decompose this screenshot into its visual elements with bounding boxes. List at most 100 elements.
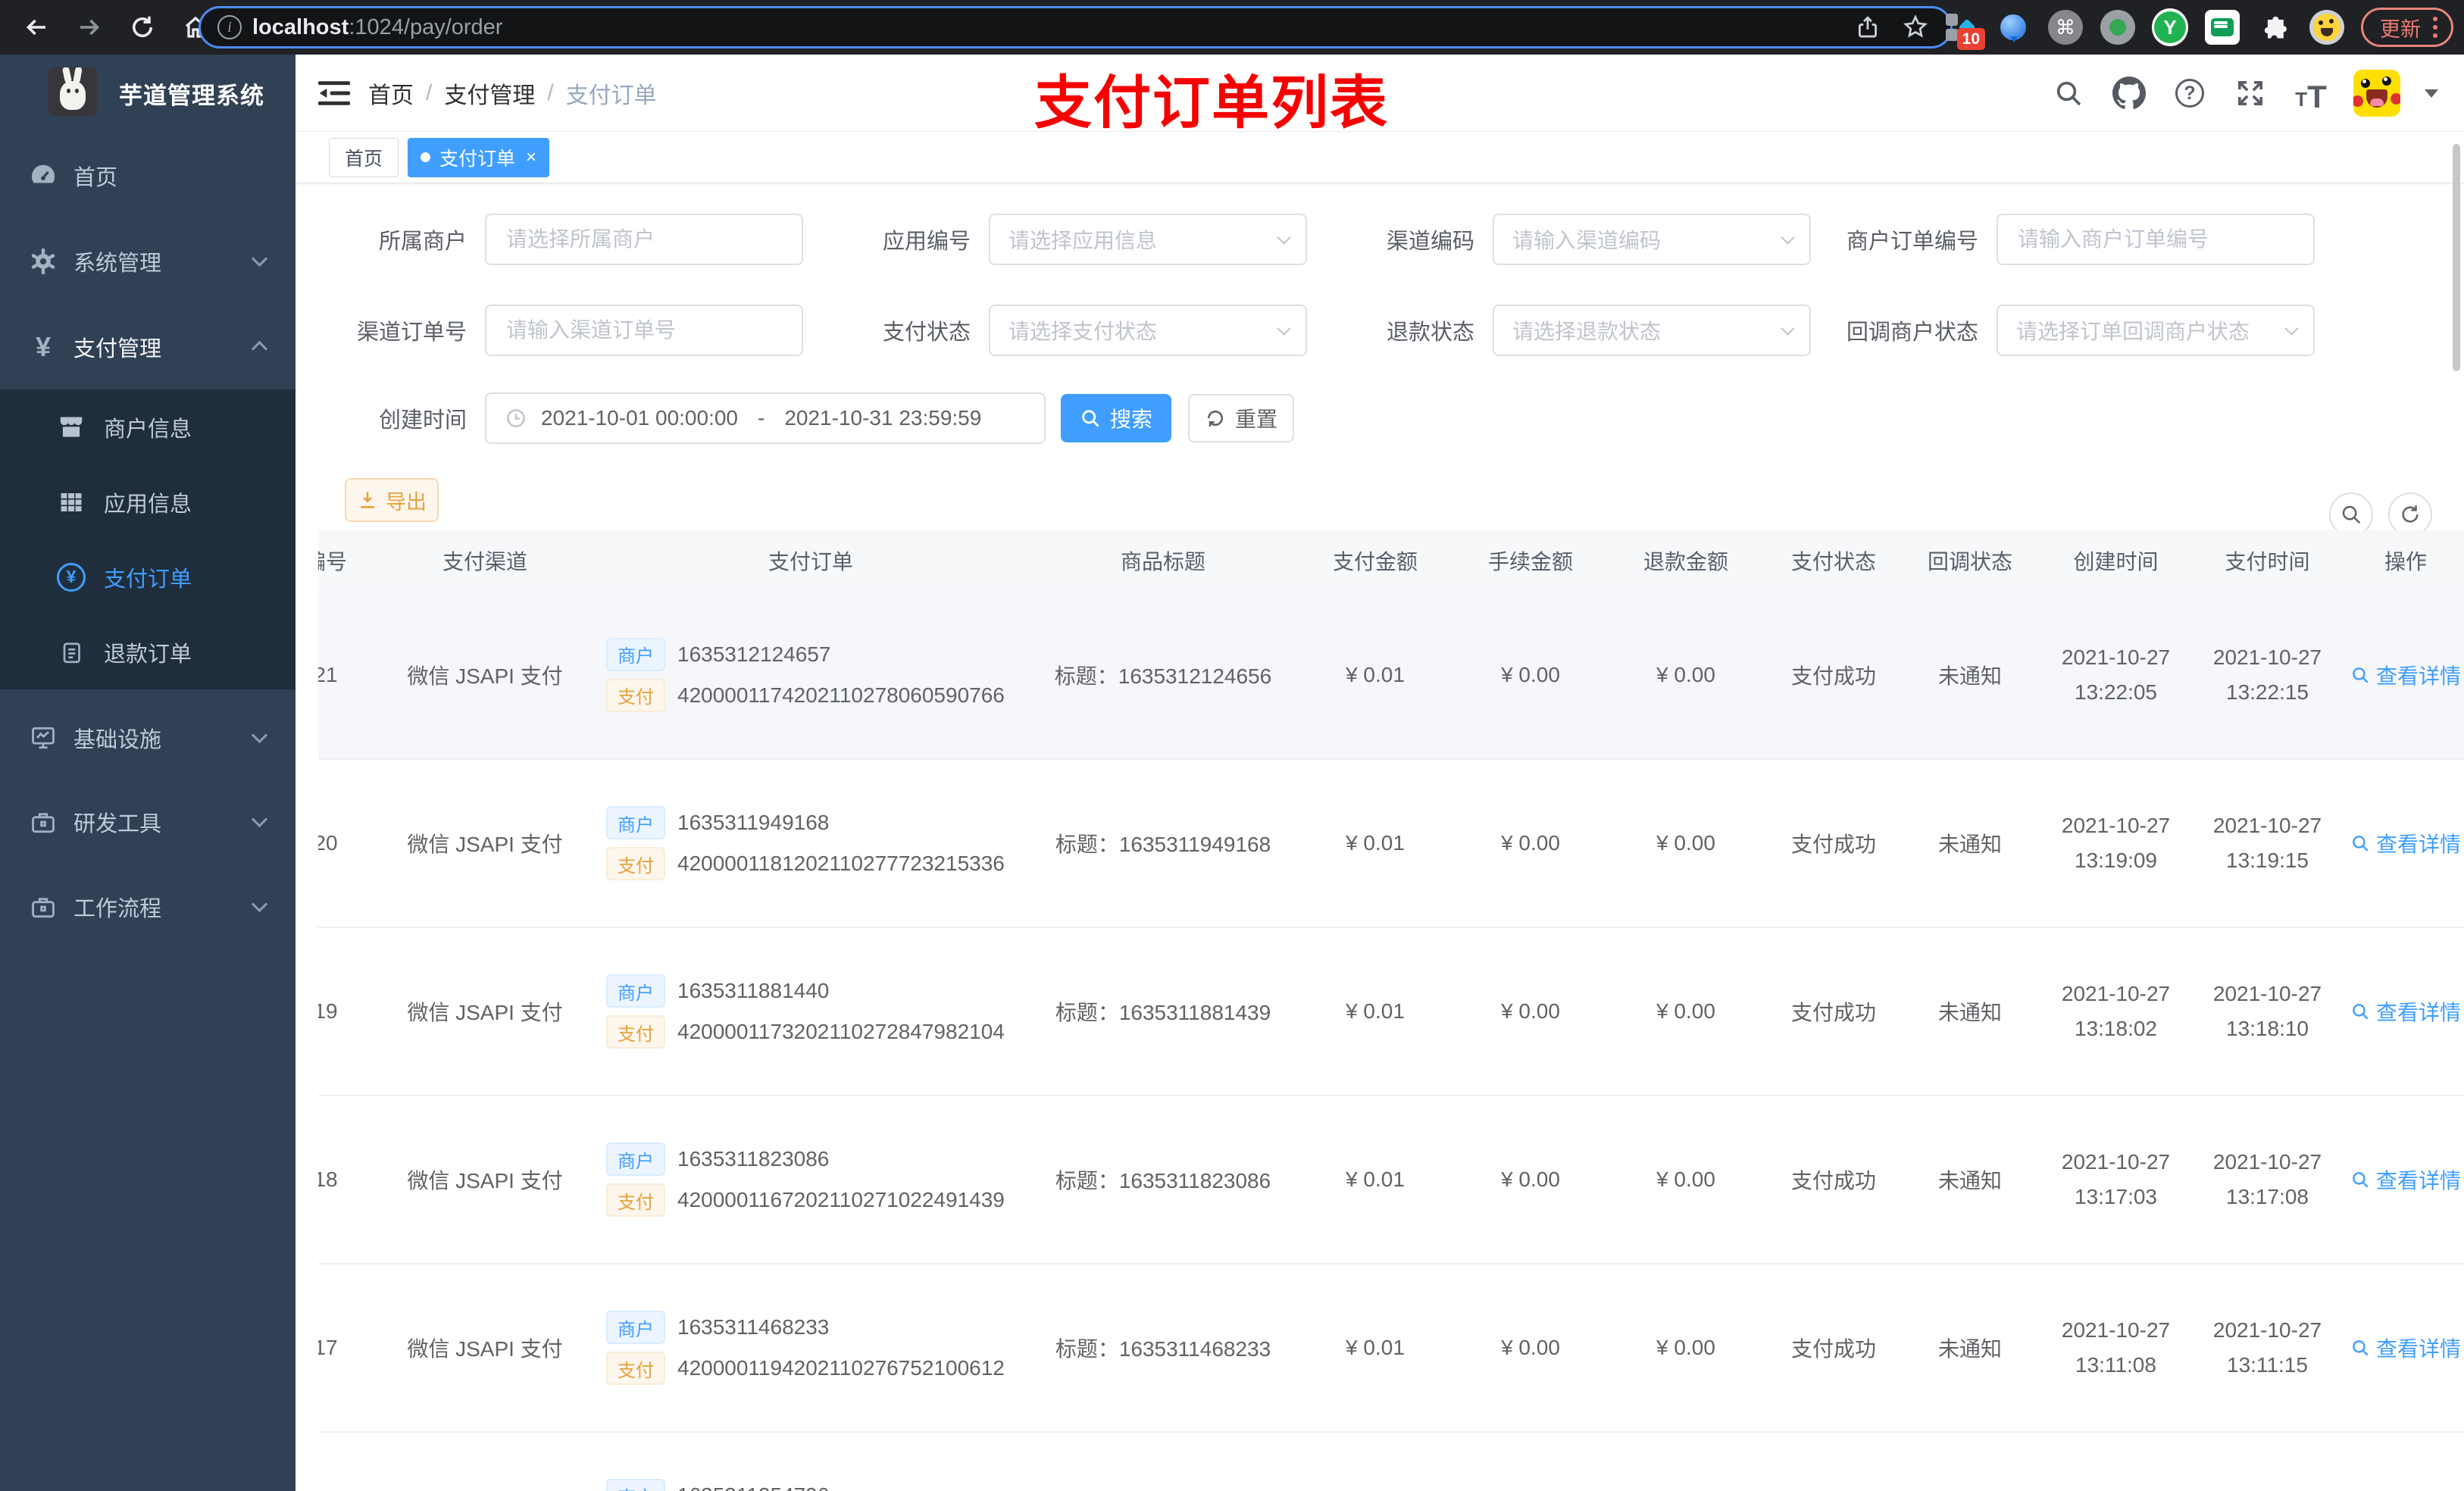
pay-channel: 微信 JSAPI 支付	[407, 1169, 563, 1192]
view-detail-link[interactable]: 查看详情	[2350, 1164, 2461, 1195]
col-status: 支付状态	[1765, 530, 1902, 591]
view-detail-link[interactable]: 查看详情	[2350, 828, 2461, 858]
reset-button[interactable]: 重置	[1188, 394, 1294, 442]
tag-pay-order[interactable]: 支付订单 ×	[408, 137, 550, 177]
tag-home[interactable]: 首页	[329, 137, 399, 177]
channel-code-select[interactable]: 请输入渠道编码	[1493, 214, 1811, 265]
sidebar-item-payment[interactable]: ¥ 支付管理	[0, 304, 295, 389]
breadcrumb-current: 支付订单	[565, 83, 657, 108]
search-icon	[1082, 410, 1099, 427]
browser-menu-icon[interactable]	[2433, 17, 2437, 38]
order-id: 21	[318, 662, 338, 686]
table-row: 18 微信 JSAPI 支付 商户 1635311823086 支付 4200001…	[318, 1096, 2464, 1264]
logo[interactable]: 芋道管理系统	[0, 55, 295, 133]
merchant-order-no-input[interactable]	[1997, 214, 2315, 265]
search-icon	[2353, 1340, 2369, 1356]
col-fee: 手续金额	[1455, 530, 1606, 591]
breadcrumb-payment[interactable]: 支付管理	[444, 77, 535, 110]
sidebar-item-merchant-info[interactable]: 商户信息	[0, 389, 295, 464]
pay-tag: 支付	[606, 847, 665, 880]
pay-status-select[interactable]: 请选择支付状态	[989, 305, 1307, 356]
app-select[interactable]: 请选择应用信息	[989, 214, 1307, 265]
update-label: 更新	[2380, 17, 2421, 41]
channel-order-no-input[interactable]	[485, 305, 803, 356]
callback-status: 未通知	[1937, 664, 2002, 688]
sidebar-item-pay-order[interactable]: ¥ 支付订单	[0, 539, 295, 614]
document-icon	[55, 636, 87, 668]
tag-close-icon[interactable]: ×	[526, 147, 536, 168]
pay-channel: 微信 JSAPI 支付	[407, 1337, 563, 1361]
pay-tag: 支付	[606, 1183, 665, 1217]
sidebar-item-app-info[interactable]: 应用信息	[0, 464, 295, 539]
filter-pay-status: 支付状态 请选择支付状态	[822, 305, 1307, 356]
pay-status: 支付成功	[1790, 833, 1876, 856]
back-icon[interactable]	[20, 11, 53, 44]
avatar-caret-icon[interactable]	[2425, 89, 2438, 105]
extensions-puzzle-icon[interactable]	[2256, 9, 2293, 45]
pay-channel: 微信 JSAPI 支付	[407, 1001, 563, 1024]
callback-status-select[interactable]: 请选择订单回调商户状态	[1997, 305, 2315, 356]
export-button[interactable]: 导出	[345, 478, 439, 522]
fullscreen-icon[interactable]	[2232, 75, 2269, 111]
clock-icon	[507, 409, 525, 427]
chevron-down-icon	[1277, 230, 1291, 245]
search-icon	[2342, 505, 2361, 524]
product-title: 标题：1635312124656	[1054, 664, 1272, 688]
bookmark-star-icon[interactable]	[1902, 14, 1929, 41]
update-button[interactable]: 更新	[2361, 8, 2453, 47]
forward-icon[interactable]	[73, 11, 106, 44]
sidebar-item-infrastructure[interactable]: 基础设施	[0, 695, 295, 780]
reload-icon[interactable]	[126, 11, 159, 44]
merchant-input[interactable]	[485, 214, 803, 265]
pay-status: 支付成功	[1790, 1169, 1876, 1192]
extension-record-icon[interactable]	[2100, 9, 2136, 45]
extension-y-icon[interactable]: Y	[2152, 8, 2188, 46]
search-icon[interactable]	[2050, 75, 2087, 111]
sidebar-item-system[interactable]: 系统管理	[0, 218, 295, 304]
sidebar-item-home[interactable]: 首页	[0, 133, 295, 218]
font-size-icon[interactable]: TT	[2293, 75, 2329, 113]
view-detail-link[interactable]: 查看详情	[2350, 996, 2461, 1027]
order-id: 17	[318, 1336, 338, 1359]
pay-amount: ¥ 0.01	[1346, 1336, 1405, 1359]
callback-status: 未通知	[1937, 1337, 2002, 1361]
extension-balloon-icon[interactable]	[1995, 9, 2031, 45]
merchant-order-no: 1635311881440	[677, 979, 830, 1002]
col-create-time: 创建时间	[2038, 530, 2194, 591]
sidebar-item-dev-tools[interactable]: 研发工具	[0, 779, 295, 864]
callback-status: 未通知	[1937, 1001, 2002, 1024]
help-icon[interactable]: ?	[2172, 75, 2208, 111]
pay-status: 支付成功	[1790, 1337, 1876, 1361]
url-bar[interactable]: i localhost:1024/pay/order	[199, 6, 1953, 48]
gear-icon	[28, 246, 58, 277]
date-range-input[interactable]: 2021-10-01 00:00:00 - 2021-10-31 23:59:5…	[485, 392, 1046, 444]
scrollbar-thumb[interactable]	[2453, 144, 2460, 371]
refund-amount: ¥ 0.00	[1656, 662, 1715, 686]
collapse-menu-icon[interactable]	[318, 80, 350, 107]
profile-avatar-icon[interactable]	[2309, 9, 2345, 45]
sidebar-item-refund-order[interactable]: 退款订单	[0, 614, 295, 689]
table-body: 21 微信 JSAPI 支付 商户 1635312124657 支付 4200001…	[318, 591, 2464, 1491]
filter-callback-status: 回调商户状态 请选择订单回调商户状态	[1830, 305, 2315, 356]
product-title: 标题：1635311881439	[1055, 1001, 1271, 1024]
filter-app: 应用编号 请选择应用信息	[822, 214, 1307, 265]
view-detail-link[interactable]: 查看详情	[2350, 1333, 2461, 1363]
extension-tabs-icon[interactable]: 10	[1943, 9, 1985, 50]
filter-channel-code: 渠道编码 请输入渠道编码	[1326, 214, 1811, 265]
sidebar-item-workflow[interactable]: 工作流程	[0, 864, 295, 949]
user-avatar[interactable]	[2353, 70, 2400, 117]
annotation-title: 支付订单列表	[1034, 71, 1389, 136]
info-icon[interactable]: i	[217, 15, 242, 39]
refund-amount: ¥ 0.00	[1656, 1167, 1715, 1191]
refund-status-select[interactable]: 请选择退款状态	[1493, 305, 1811, 356]
search-button[interactable]: 搜索	[1061, 394, 1171, 442]
chevron-down-icon	[1781, 321, 1795, 336]
breadcrumb-home[interactable]: 首页	[368, 77, 414, 110]
extension-command-icon[interactable]: ⌘	[2047, 9, 2084, 45]
refresh-icon	[1207, 410, 1223, 427]
pay-status: 支付成功	[1790, 664, 1876, 688]
share-icon[interactable]	[1855, 14, 1881, 40]
extension-chat-icon[interactable]	[2204, 9, 2240, 45]
github-icon[interactable]	[2111, 75, 2147, 111]
view-detail-link[interactable]: 查看详情	[2350, 660, 2461, 690]
